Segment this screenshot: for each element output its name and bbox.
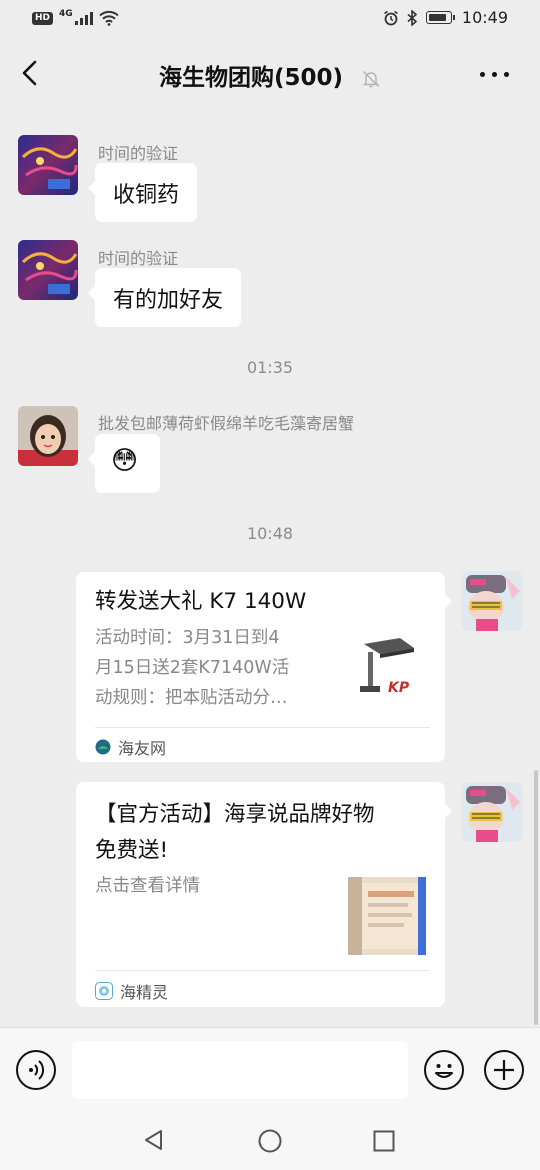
card-desc-line: 活动时间：3月31日到4 — [95, 628, 280, 648]
system-nav-bar — [0, 1109, 540, 1170]
nav-back-icon[interactable] — [142, 1128, 166, 1152]
link-card[interactable]: 【官方活动】海享说品牌好物 免费送! 点击查看详情 海精灵 — [76, 782, 452, 1007]
chat-title-wrap: 海生物团购(500) — [0, 58, 540, 92]
message-input[interactable] — [72, 1041, 408, 1099]
emoji-icon[interactable] — [424, 1050, 464, 1090]
voice-icon[interactable] — [16, 1050, 56, 1090]
signal-icon — [74, 11, 93, 25]
timestamp: 10:48 — [246, 524, 294, 543]
timestamp: 01:35 — [246, 358, 294, 377]
card-title-line: 免费送! — [95, 838, 169, 863]
wifi-icon — [98, 10, 119, 26]
avatar[interactable] — [18, 135, 78, 195]
source-logo-icon — [95, 982, 113, 1000]
scrollbar[interactable] — [534, 770, 538, 1025]
network-label: 4G — [59, 9, 73, 19]
bluetooth-icon — [407, 9, 418, 26]
alarm-icon — [383, 10, 398, 25]
sender-name: 时间的验证 — [98, 144, 179, 163]
my-avatar[interactable] — [462, 571, 522, 631]
message-bubble[interactable]: 有的加好友 — [87, 268, 242, 327]
card-desc-line: 月15日送2套K7140W活 — [95, 658, 290, 678]
card-source-name: 海友网 — [118, 739, 167, 758]
sender-name: 批发包邮薄荷虾假绵羊吃毛藻寄居蟹 — [98, 414, 355, 433]
nav-home-icon[interactable] — [257, 1128, 283, 1154]
status-time: 10:49 — [461, 8, 508, 27]
message-bubble[interactable]: 收铜药 — [87, 163, 198, 222]
divider — [95, 727, 430, 728]
card-thumbnail: KP — [354, 630, 432, 708]
battery-icon — [425, 11, 455, 24]
sender-name: 时间的验证 — [98, 249, 179, 268]
input-bar — [0, 1027, 540, 1109]
mute-bell-icon — [362, 70, 380, 87]
chat-title: 海生物团购(500) — [158, 65, 344, 91]
source-logo-icon — [95, 739, 111, 755]
more-functions-icon[interactable] — [484, 1050, 524, 1090]
card-source: 海精灵 — [95, 979, 168, 1003]
card-title-line: 【官方活动】海享说品牌好物 — [95, 802, 375, 827]
avatar[interactable] — [18, 406, 78, 466]
nav-recents-icon[interactable] — [373, 1130, 395, 1152]
card-desc-line: 动规则：把本贴活动分… — [95, 688, 288, 708]
chat-header: 海生物团购(500) — [0, 38, 540, 108]
link-card[interactable]: 转发送大礼 K7 140W 活动时间：3月31日到4 月15日送2套K7140W… — [76, 572, 452, 762]
avatar[interactable] — [18, 240, 78, 300]
card-thumbnail — [348, 877, 426, 955]
more-options-icon[interactable] — [480, 64, 516, 84]
card-source: 海友网 — [95, 735, 166, 759]
card-desc: 点击查看详情 — [95, 876, 200, 896]
emoji-bubble[interactable]: 😳 — [88, 434, 160, 493]
divider — [95, 970, 430, 971]
hd-badge: HD — [32, 11, 54, 25]
card-title: 转发送大礼 K7 140W — [95, 589, 307, 614]
thumb-logo-text: KP — [388, 680, 410, 696]
status-bar: HD 4G 10:49 — [0, 0, 540, 38]
my-avatar[interactable] — [462, 782, 522, 842]
card-source-name: 海精灵 — [120, 983, 169, 1002]
